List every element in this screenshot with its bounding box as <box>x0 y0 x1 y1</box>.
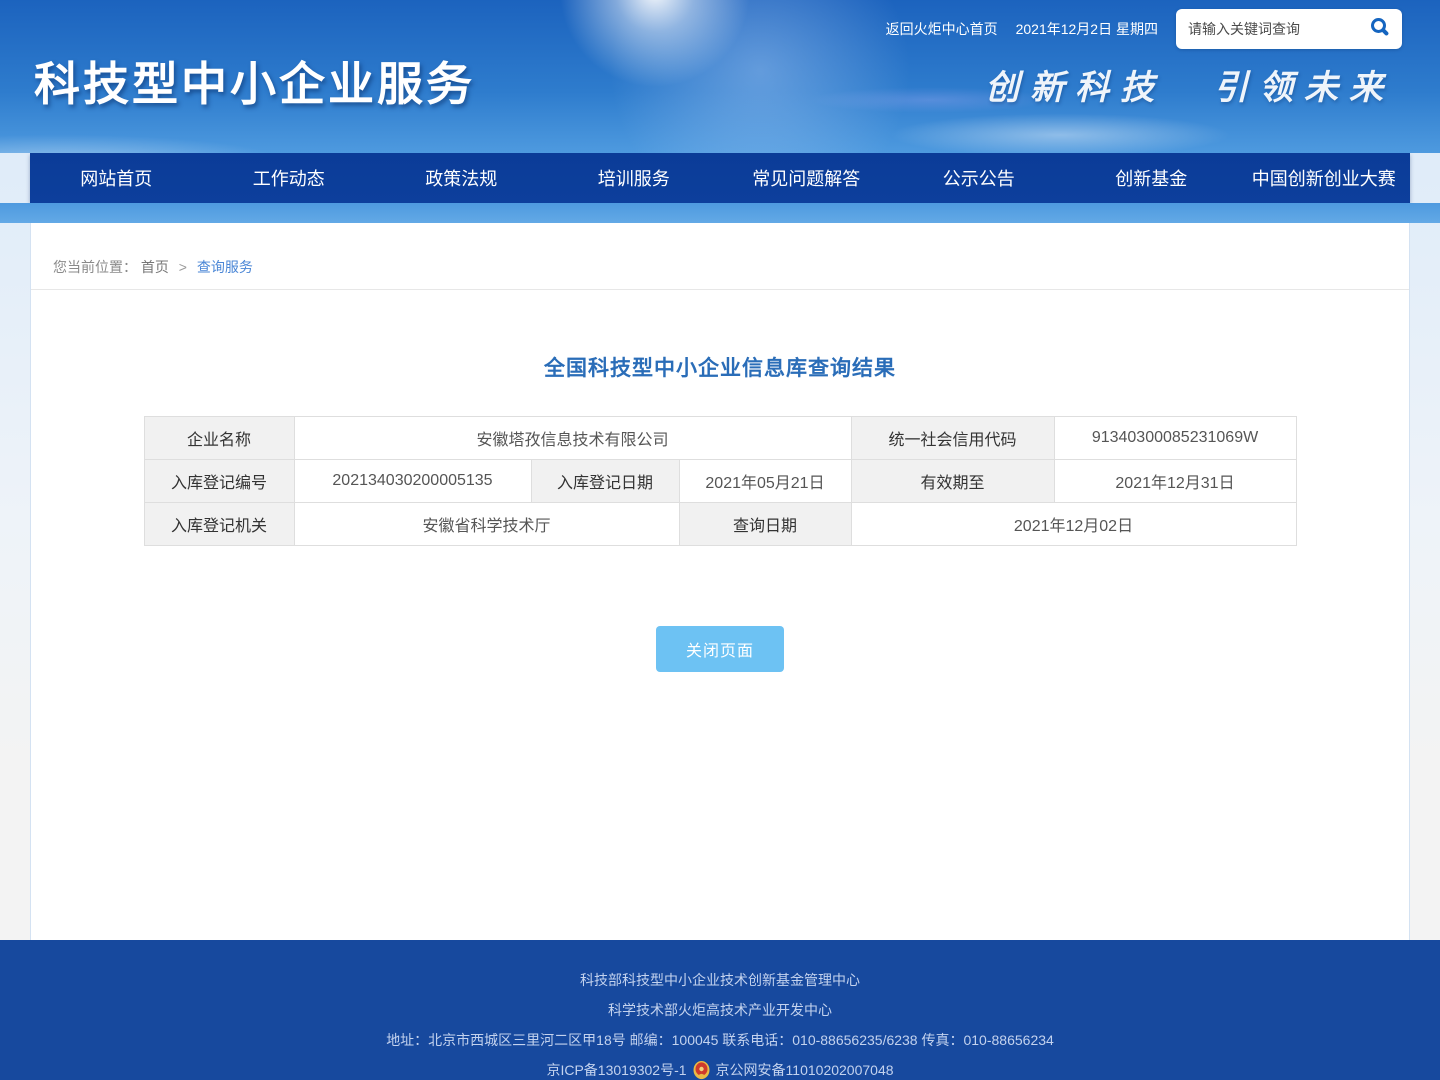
site-header: 返回火炬中心首页 2021年12月2日 星期四 科技型中小企业服务 创新科技 引… <box>0 0 1440 153</box>
main-nav: 网站首页 工作动态 政策法规 培训服务 常见问题解答 公示公告 创新基金 中国创… <box>30 153 1410 203</box>
field-label-valid-until: 有效期至 <box>851 460 1054 503</box>
field-label-reg-authority: 入库登记机关 <box>144 503 294 546</box>
table-row: 企业名称 安徽塔孜信息技术有限公司 统一社会信用代码 9134030008523… <box>144 417 1296 460</box>
return-torch-home-link[interactable]: 返回火炬中心首页 <box>886 19 998 39</box>
breadcrumb: 您当前位置： 首页 > 查询服务 <box>31 223 1409 290</box>
field-value-credit-code: 91340300085231069W <box>1054 417 1296 460</box>
nav-item-policies[interactable]: 政策法规 <box>375 153 548 203</box>
field-label-query-date: 查询日期 <box>679 503 851 546</box>
breadcrumb-prefix: 您当前位置： <box>53 259 137 275</box>
field-value-company-name: 安徽塔孜信息技术有限公司 <box>294 417 851 460</box>
company-info-table: 企业名称 安徽塔孜信息技术有限公司 统一社会信用代码 9134030008523… <box>144 416 1297 546</box>
table-row: 入库登记机关 安徽省科学技术厅 查询日期 2021年12月02日 <box>144 503 1296 546</box>
search-button[interactable] <box>1369 16 1392 42</box>
footer-org-line2: 科学技术部火炬高技术产业开发中心 <box>0 1000 1440 1021</box>
search-icon <box>1371 18 1386 33</box>
site-footer: 科技部科技型中小企业技术创新基金管理中心 科学技术部火炬高技术产业开发中心 地址… <box>0 940 1440 1080</box>
sky-strip <box>0 203 1440 223</box>
footer-contact-line: 地址：北京市西城区三里河二区甲18号 邮编：100045 联系电话：010-88… <box>0 1030 1440 1051</box>
site-logo: 科技型中小企业服务 <box>34 48 475 114</box>
nav-item-announcements[interactable]: 公示公告 <box>893 153 1066 203</box>
field-label-credit-code: 统一社会信用代码 <box>851 417 1054 460</box>
icp-record-link[interactable]: 京ICP备13019302号-1 <box>546 1060 686 1080</box>
breadcrumb-separator: > <box>179 259 187 275</box>
police-record-link[interactable]: 京公网安备11010202007048 <box>716 1060 894 1080</box>
field-label-reg-date: 入库登记日期 <box>531 460 679 503</box>
table-row: 入库登记编号 202134030200005135 入库登记日期 2021年05… <box>144 460 1296 503</box>
content-panel: 您当前位置： 首页 > 查询服务 全国科技型中小企业信息库查询结果 企业名称 安… <box>30 223 1410 940</box>
field-value-reg-date: 2021年05月21日 <box>679 460 851 503</box>
police-badge-icon <box>693 1061 710 1080</box>
field-value-reg-authority: 安徽省科学技术厅 <box>294 503 679 546</box>
field-value-valid-until: 2021年12月31日 <box>1054 460 1296 503</box>
nav-item-home[interactable]: 网站首页 <box>30 153 203 203</box>
field-value-reg-number: 202134030200005135 <box>294 460 531 503</box>
search-box <box>1176 9 1402 49</box>
field-label-reg-number: 入库登记编号 <box>144 460 294 503</box>
page: 返回火炬中心首页 2021年12月2日 星期四 科技型中小企业服务 创新科技 引… <box>0 0 1440 1080</box>
search-input[interactable] <box>1188 21 1369 37</box>
footer-beian-line: 京ICP备13019302号-1 京公网安备11010202007048 <box>0 1060 1440 1080</box>
page-title: 全国科技型中小企业信息库查询结果 <box>31 352 1409 382</box>
breadcrumb-current-link[interactable]: 查询服务 <box>197 259 253 275</box>
nav-item-innovation-fund[interactable]: 创新基金 <box>1065 153 1238 203</box>
button-row: 关闭页面 <box>31 626 1409 672</box>
current-date: 2021年12月2日 星期四 <box>1016 19 1158 39</box>
nav-item-faq[interactable]: 常见问题解答 <box>720 153 893 203</box>
breadcrumb-home-link[interactable]: 首页 <box>141 259 169 275</box>
nav-item-work-news[interactable]: 工作动态 <box>203 153 376 203</box>
field-label-company-name: 企业名称 <box>144 417 294 460</box>
field-value-query-date: 2021年12月02日 <box>851 503 1296 546</box>
close-page-button[interactable]: 关闭页面 <box>656 626 784 672</box>
nav-item-innovation-contest[interactable]: 中国创新创业大赛 <box>1238 153 1411 203</box>
nav-item-training[interactable]: 培训服务 <box>548 153 721 203</box>
header-top-row: 返回火炬中心首页 2021年12月2日 星期四 <box>886 0 1402 58</box>
site-slogan: 创新科技 引领未来 <box>985 60 1394 109</box>
footer-org-line1: 科技部科技型中小企业技术创新基金管理中心 <box>0 970 1440 991</box>
